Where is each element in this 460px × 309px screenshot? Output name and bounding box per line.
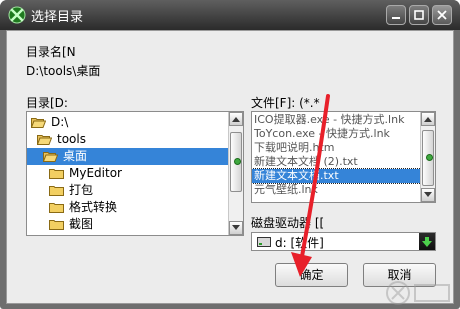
file-item[interactable]: 元气壁纸.lnk [252,183,421,197]
open-folder-icon [37,135,52,145]
file-item-label: 元气壁纸.lnk [254,183,318,196]
file-item-label: 新建文本文档.txt [254,169,339,182]
maximize-icon [414,10,424,20]
open-folder-icon [31,118,46,128]
directory-item-label: 桌面 [63,149,88,163]
drive-dropdown-button[interactable] [419,233,435,250]
drives-label: 磁盘驱动器 [[ [251,216,325,230]
file-item[interactable]: ToYcon.exe - 快捷方式.lnk [252,127,421,141]
file-item[interactable]: 新建文本文档 (2).txt [252,155,421,169]
directories-label: 目录[D: [26,96,68,110]
directory-item-label: 格式转换 [69,200,118,214]
dialog-body: 目录名[N D:\tools\桌面 目录[D: D:\ tools 桌面 MyEdit… [6,30,454,304]
maximize-button[interactable] [409,5,429,25]
folder-icon [49,220,64,230]
directory-name-label: 目录名[N [26,45,76,59]
close-button[interactable] [432,5,452,25]
directory-item[interactable]: MyEditor [27,165,229,182]
title-bar[interactable]: 选择目录 [0,0,460,30]
directory-scrollbar[interactable] [228,112,243,235]
chevron-down-icon [424,192,432,197]
drive-select-value: d: [软件] [275,236,324,250]
directory-item[interactable]: 格式转换 [27,199,229,216]
drive-select[interactable]: d: [软件] [251,232,436,251]
dialog-window: 选择目录 目录名[N D:\tools\桌面 目录[D: D:\ tools 桌面 M… [0,0,460,309]
scroll-down-button[interactable] [421,188,435,202]
ok-button[interactable]: 确定 [275,263,348,287]
close-icon [437,10,447,20]
directory-item[interactable]: 截图 [27,216,229,233]
chevron-up-icon [232,117,240,122]
directory-item-label: 打包 [69,183,94,197]
scroll-thumb[interactable] [230,132,242,192]
folder-icon [49,169,64,179]
scroll-thumb[interactable] [422,130,434,186]
scroll-down-button[interactable] [229,221,243,235]
directory-item-label: MyEditor [69,166,122,180]
grip-icon [234,158,241,165]
arrow-down-icon [422,237,432,247]
folder-icon [49,203,64,213]
directory-item[interactable]: D:\ [27,114,229,131]
directory-item-label: 截图 [69,217,94,231]
file-item-label: ToYcon.exe - 快捷方式.lnk [254,127,390,140]
file-item-label: 下载吧说明.htm [254,141,335,154]
watermark-logo-icon [386,281,450,305]
file-item[interactable]: 下载吧说明.htm [252,141,421,155]
scroll-up-button[interactable] [229,112,243,126]
current-path-text: D:\tools\桌面 [26,64,101,78]
file-item[interactable]: ICO提取器.exe - 快捷方式.lnk [252,113,421,127]
file-item-label: ICO提取器.exe - 快捷方式.lnk [254,113,405,126]
window-title: 选择目录 [31,10,84,25]
minimize-button[interactable] [386,5,406,25]
directory-list[interactable]: D:\ tools 桌面 MyEditor 打包格式转换截图 [26,111,244,236]
scroll-up-button[interactable] [421,112,435,126]
directory-item[interactable]: 打包 [27,182,229,199]
directory-item[interactable]: 桌面 [27,148,229,165]
grip-icon [426,154,433,161]
file-item[interactable]: 新建文本文档.txt [252,168,422,184]
directory-item-label: D:\ [51,115,69,129]
app-x-logo-icon [8,6,26,24]
directory-item-label: tools [57,132,86,146]
file-list[interactable]: ICO提取器.exe - 快捷方式.lnk ToYcon.exe - 快捷方式.l… [251,111,436,203]
chevron-up-icon [424,117,432,122]
folder-icon [49,186,64,196]
chevron-down-icon [232,225,240,230]
file-item-label: 新建文本文档 (2).txt [254,155,358,168]
minimize-icon [392,17,400,19]
open-folder-icon [43,152,58,162]
directory-item[interactable]: tools [27,131,229,148]
drive-icon [257,237,271,247]
file-scrollbar[interactable] [420,112,435,202]
files-label: 文件[F]: (*.* [251,96,320,110]
